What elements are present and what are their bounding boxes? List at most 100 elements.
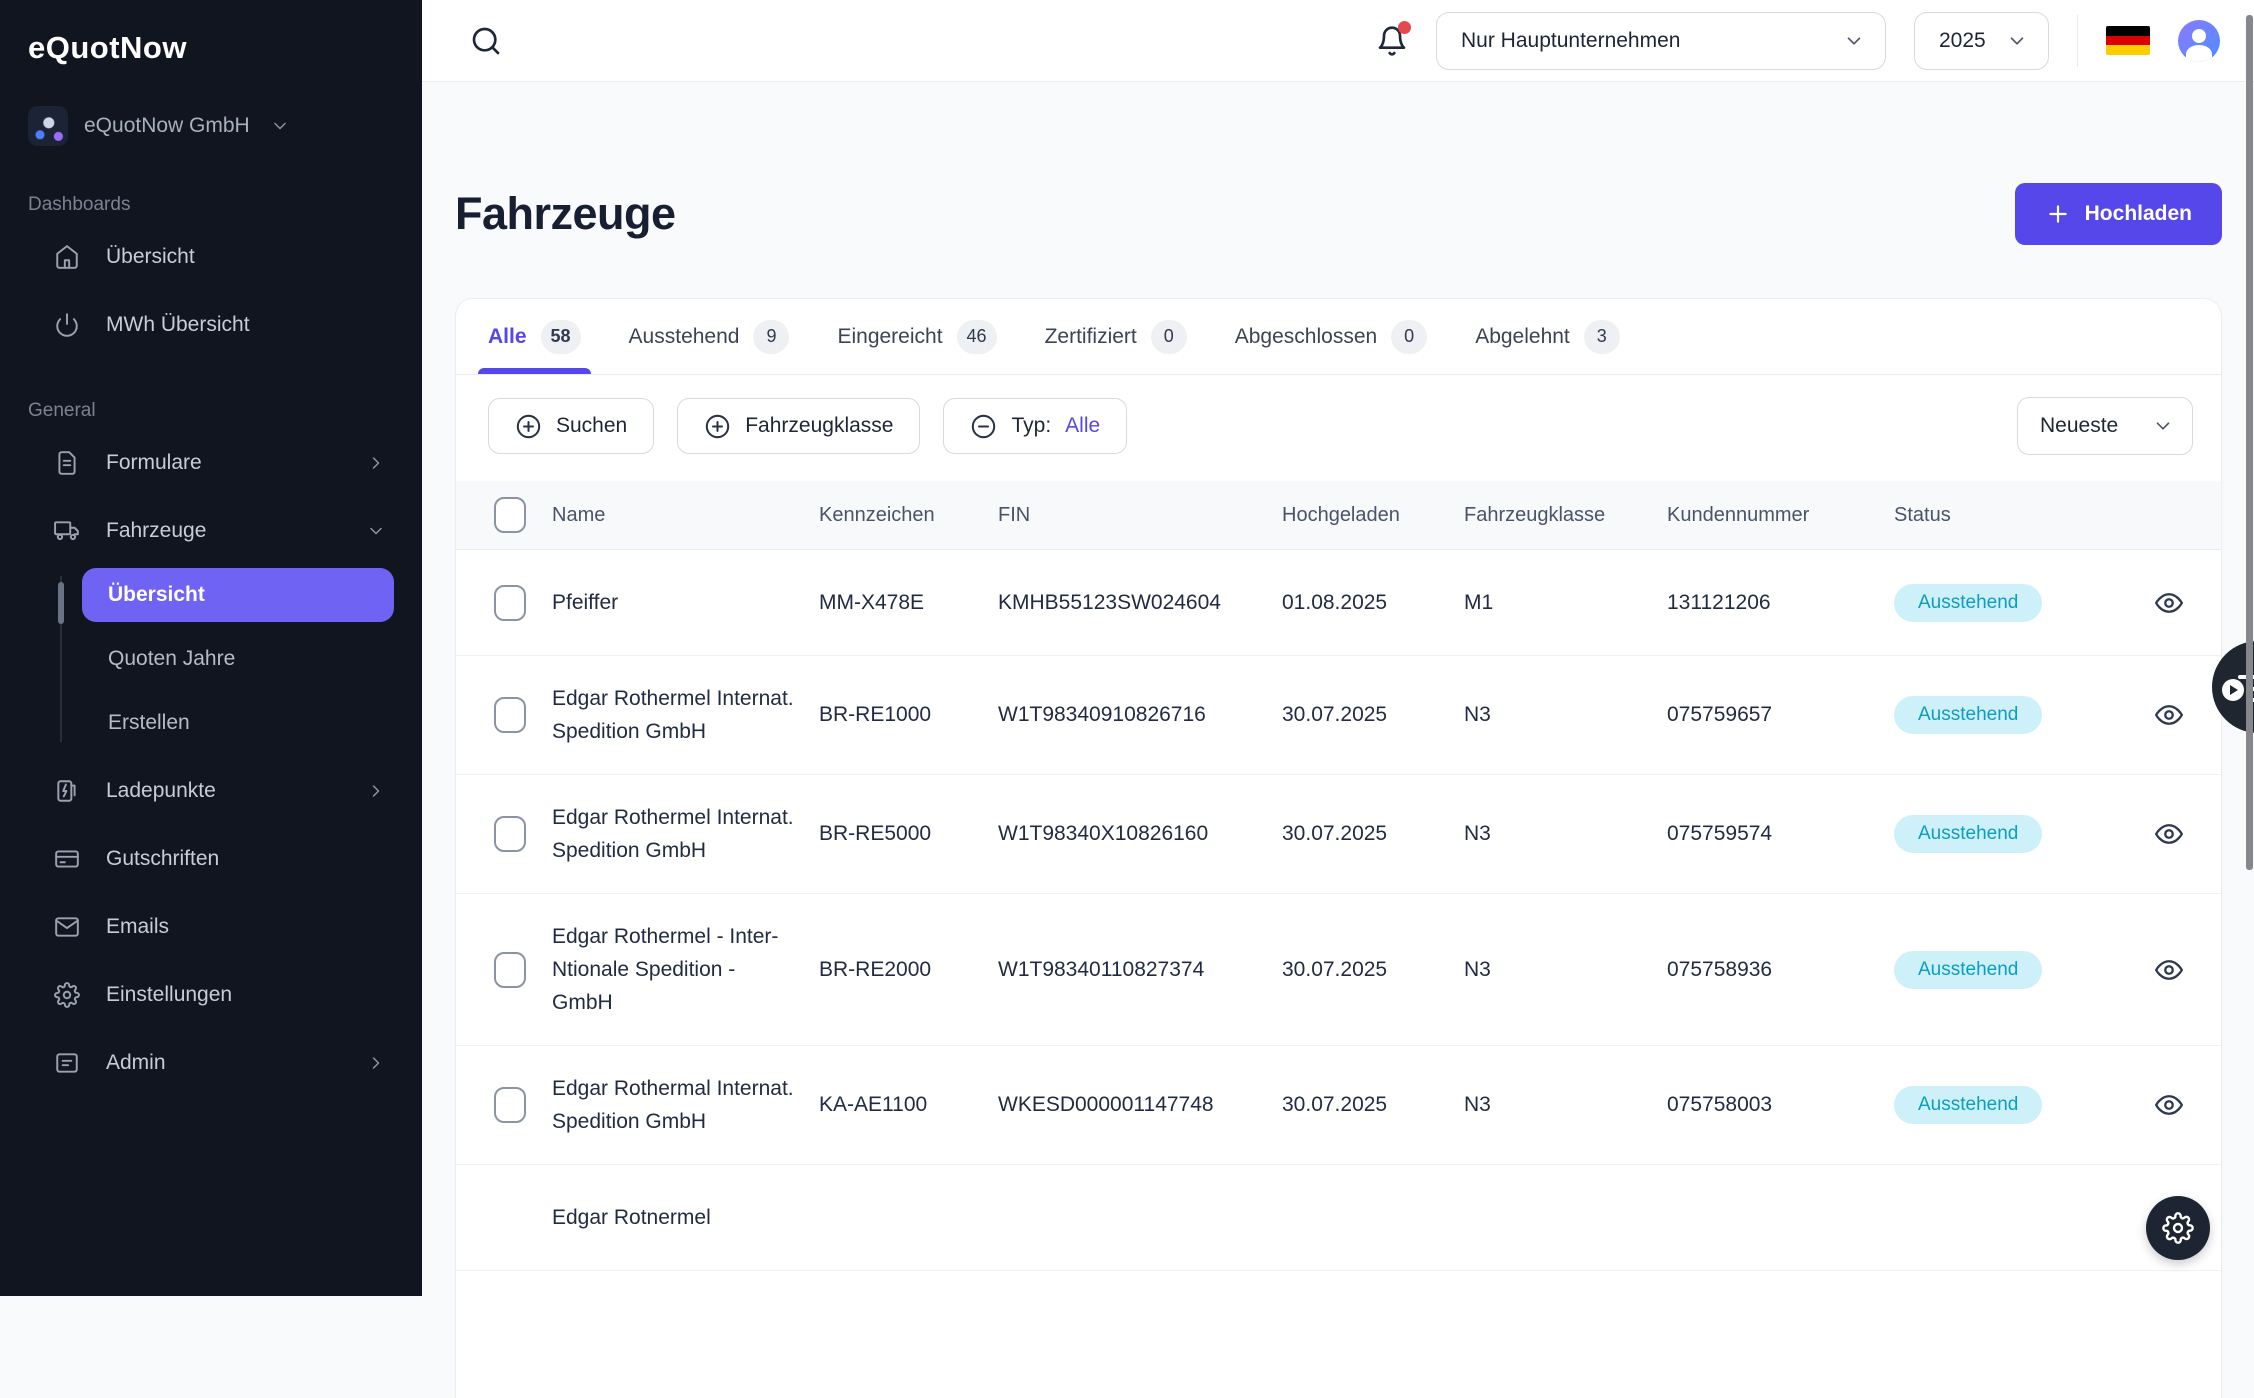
- company-logo: [28, 106, 68, 146]
- truck-icon: [54, 518, 80, 544]
- search-icon[interactable]: [470, 25, 502, 57]
- row-checkbox[interactable]: [494, 816, 526, 852]
- sidebar-item-gutschriften[interactable]: Gutschriften: [28, 832, 394, 886]
- table-row: Edgar Rothermel Internat. Spedition GmbH…: [456, 656, 2221, 775]
- type-filter-value: Alle: [1065, 414, 1100, 438]
- chevron-right-icon: [366, 781, 386, 801]
- cell-name: Edgar Rothermel Internat. Spedition GmbH: [552, 801, 805, 867]
- tab-count: 46: [957, 320, 997, 354]
- sidebar-item-ladepunkte[interactable]: Ladepunkte: [28, 764, 394, 818]
- cell-fin: W1T98340910826716: [998, 703, 1282, 727]
- tab-count: 0: [1151, 320, 1187, 354]
- sidebar-item-fahrzeuge[interactable]: Fahrzeuge: [28, 504, 394, 558]
- company-filter-dropdown[interactable]: Nur Hauptunternehmen: [1436, 12, 1886, 70]
- search-filter-label: Suchen: [556, 414, 627, 438]
- chevron-right-icon: [366, 453, 386, 473]
- plus-circle-icon: [515, 413, 542, 440]
- view-eye-icon[interactable]: [2149, 1091, 2189, 1119]
- subnav-scroll-thumb: [58, 582, 64, 624]
- upload-button[interactable]: Hochladen: [2015, 183, 2222, 245]
- vehicle-class-filter-button[interactable]: Fahrzeugklasse: [677, 398, 920, 454]
- tab-zertifiziert[interactable]: Zertifiziert 0: [1045, 299, 1187, 374]
- cell-fin: KMHB55123SW024604: [998, 591, 1282, 615]
- tab-eingereicht[interactable]: Eingereicht 46: [837, 299, 996, 374]
- sidebar-item-label: Admin: [106, 1051, 166, 1075]
- select-all-checkbox[interactable]: [494, 497, 526, 533]
- tab-label: Zertifiziert: [1045, 325, 1137, 349]
- power-icon: [54, 312, 80, 338]
- view-eye-icon[interactable]: [2149, 701, 2189, 729]
- tab-alle[interactable]: Alle 58: [488, 299, 581, 374]
- sidebar-item-label: Fahrzeuge: [106, 519, 206, 543]
- mail-icon: [54, 914, 80, 940]
- avatar-head: [2192, 29, 2206, 43]
- plus-circle-icon: [704, 413, 731, 440]
- view-eye-icon[interactable]: [2149, 956, 2189, 984]
- tab-label: Eingereicht: [837, 325, 942, 349]
- view-eye-icon[interactable]: [2149, 820, 2189, 848]
- subnav-item-erstellen[interactable]: Erstellen: [82, 696, 394, 750]
- chevron-down-icon: [2152, 415, 2174, 437]
- cell-fahrzeugklasse: N3: [1464, 703, 1667, 727]
- vehicle-class-filter-label: Fahrzeugklasse: [745, 414, 893, 438]
- column-header-kennzeichen: Kennzeichen: [819, 504, 998, 527]
- search-filter-button[interactable]: Suchen: [488, 398, 654, 454]
- chevron-down-icon: [1843, 30, 1865, 52]
- type-filter-button[interactable]: Typ: Alle: [943, 398, 1127, 454]
- company-filter-value: Nur Hauptunternehmen: [1461, 29, 1680, 53]
- subnav-item-quoten-jahre[interactable]: Quoten Jahre: [82, 632, 394, 686]
- company-selector[interactable]: eQuotNow GmbH: [28, 106, 394, 146]
- row-checkbox[interactable]: [494, 697, 526, 733]
- fahrzeuge-subnav: Übersicht Quoten Jahre Erstellen: [60, 568, 394, 750]
- chevron-down-icon: [2006, 30, 2028, 52]
- row-checkbox[interactable]: [494, 952, 526, 988]
- flag-stripe-black: [2106, 26, 2150, 36]
- sidebar-item-emails[interactable]: Emails: [28, 900, 394, 954]
- tab-abgeschlossen[interactable]: Abgeschlossen 0: [1235, 299, 1427, 374]
- tab-count: 9: [753, 320, 789, 354]
- tab-abgelehnt[interactable]: Abgelehnt 3: [1475, 299, 1620, 374]
- scrollbar-thumb[interactable]: [2246, 15, 2253, 870]
- german-flag-language-icon[interactable]: [2106, 26, 2150, 55]
- cell-fahrzeugklasse: N3: [1464, 822, 1667, 846]
- home-icon: [54, 244, 80, 270]
- column-header-kundennummer: Kundennummer: [1667, 504, 1894, 527]
- subnav-item-uebersicht[interactable]: Übersicht: [82, 568, 394, 622]
- table-row: Edgar Rotnermel: [456, 1165, 2221, 1271]
- sidebar-item-label: Übersicht: [106, 245, 195, 269]
- year-dropdown[interactable]: 2025: [1914, 12, 2049, 70]
- row-checkbox[interactable]: [494, 585, 526, 621]
- row-checkbox[interactable]: [494, 1087, 526, 1123]
- vehicles-card: Alle 58 Ausstehend 9 Eingereicht 46 Zert…: [455, 298, 2222, 1398]
- sort-dropdown[interactable]: Neueste: [2017, 397, 2193, 455]
- status-badge: Ausstehend: [1894, 815, 2042, 853]
- cell-name: Edgar Rothermel Internat. Spedition GmbH: [552, 682, 805, 748]
- sidebar-item-label: Einstellungen: [106, 983, 232, 1007]
- status-tabs: Alle 58 Ausstehend 9 Eingereicht 46 Zert…: [456, 299, 2221, 375]
- cell-kennzeichen: BR-RE1000: [819, 703, 998, 727]
- sidebar-item-formulare[interactable]: Formulare: [28, 436, 394, 490]
- cell-fahrzeugklasse: M1: [1464, 591, 1667, 615]
- status-badge: Ausstehend: [1894, 1086, 2042, 1124]
- tab-ausstehend[interactable]: Ausstehend 9: [629, 299, 790, 374]
- sidebar-item-label: Emails: [106, 915, 169, 939]
- floating-settings-button[interactable]: [2146, 1196, 2210, 1260]
- cell-hochgeladen: 30.07.2025: [1282, 1093, 1464, 1117]
- table-header: Name Kennzeichen FIN Hochgeladen Fahrzeu…: [456, 481, 2221, 550]
- status-badge: Ausstehend: [1894, 696, 2042, 734]
- sidebar-item-admin[interactable]: Admin: [28, 1036, 394, 1090]
- cell-kennzeichen: KA-AE1100: [819, 1093, 998, 1117]
- notification-bell-icon[interactable]: [1376, 25, 1408, 57]
- sidebar-item-uebersicht[interactable]: Übersicht: [28, 230, 394, 284]
- view-eye-icon[interactable]: [2149, 589, 2189, 617]
- user-avatar[interactable]: [2178, 20, 2220, 62]
- tab-count: 3: [1584, 320, 1620, 354]
- company-name: eQuotNow GmbH: [84, 114, 250, 138]
- cell-kundennummer: 075759574: [1667, 822, 1894, 846]
- sidebar-item-label: Gutschriften: [106, 847, 219, 871]
- cell-fin: W1T98340110827374: [998, 958, 1282, 982]
- column-header-name: Name: [552, 504, 819, 527]
- sidebar-item-mwh-uebersicht[interactable]: MWh Übersicht: [28, 298, 394, 352]
- sidebar-item-einstellungen[interactable]: Einstellungen: [28, 968, 394, 1022]
- topbar: Nur Hauptunternehmen 2025: [422, 0, 2254, 82]
